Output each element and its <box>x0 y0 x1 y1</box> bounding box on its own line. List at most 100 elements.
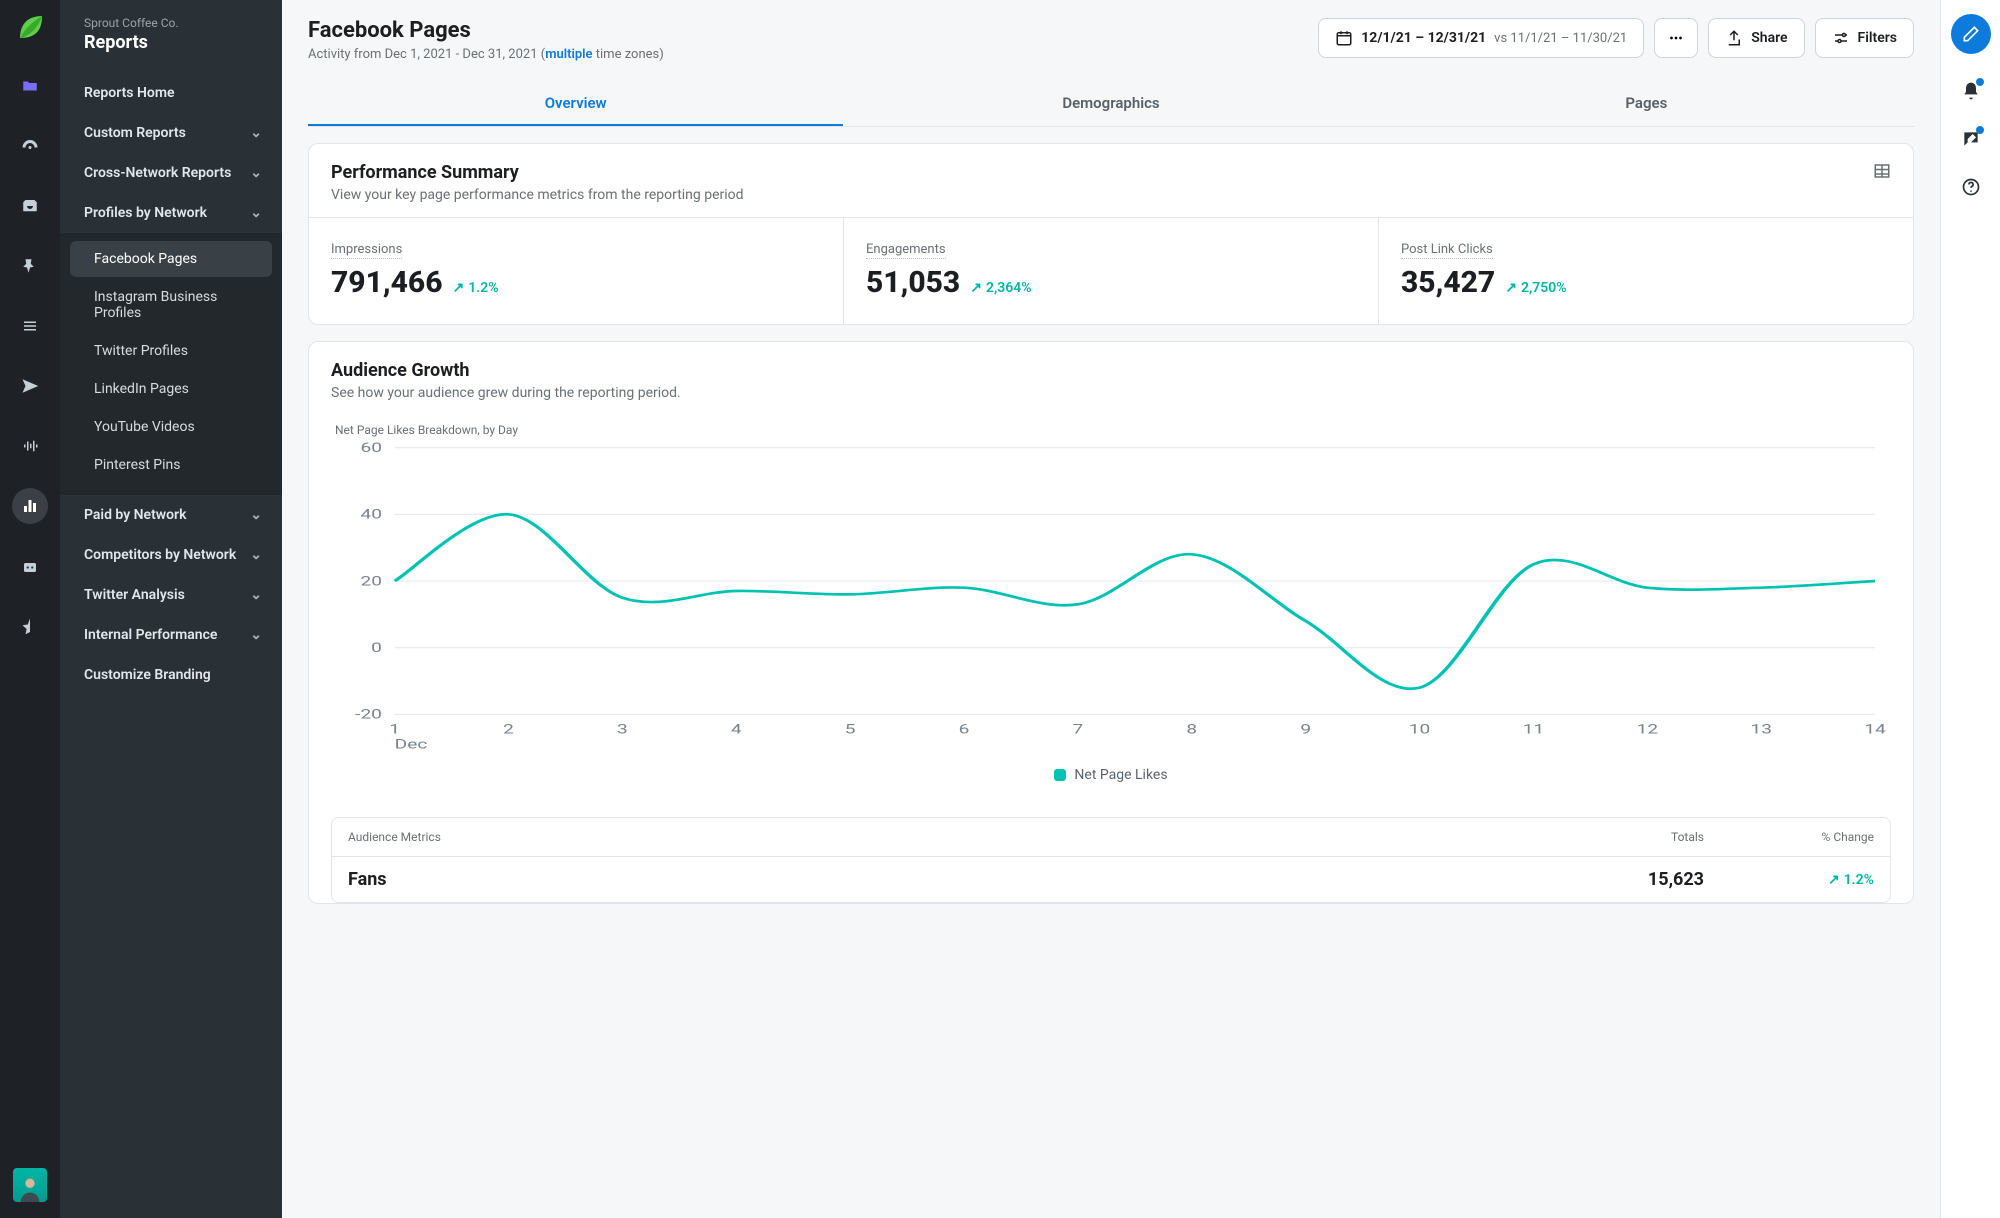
nav-halfstar-icon[interactable] <box>12 608 48 644</box>
nav-audio-icon[interactable] <box>12 428 48 464</box>
svg-text:12: 12 <box>1637 722 1658 737</box>
chevron-down-icon: ⌄ <box>250 507 262 523</box>
net-page-likes-chart: -200204060 1234567891011121314 Dec <box>331 437 1891 757</box>
svg-text:7: 7 <box>1073 722 1084 737</box>
app-logo[interactable] <box>14 12 46 44</box>
audience-metrics-table: Audience Metrics Totals % Change Fans 15… <box>331 817 1891 903</box>
page-title: Facebook Pages <box>308 18 664 43</box>
svg-text:3: 3 <box>617 722 628 737</box>
th-audience-metrics: Audience Metrics <box>332 818 1550 856</box>
metric-delta: ↗ 2,750% <box>1505 280 1566 296</box>
org-name: Sprout Coffee Co. <box>84 16 262 30</box>
row-fans: Fans 15,623 ↗ 1.2% <box>332 857 1890 902</box>
perf-metrics: Impressions 791,466 ↗ 1.2% Engagements 5… <box>309 217 1913 324</box>
tab-overview[interactable]: Overview <box>308 82 843 126</box>
svg-text:6: 6 <box>959 722 970 737</box>
notification-dot <box>1976 126 1984 134</box>
nav-cross-network[interactable]: Cross-Network Reports⌄ <box>60 153 282 193</box>
user-avatar[interactable] <box>13 1168 47 1202</box>
sidebar: Sprout Coffee Co. Reports Reports Home C… <box>60 0 282 1218</box>
svg-text:0: 0 <box>371 640 382 655</box>
nav-send-icon[interactable] <box>12 368 48 404</box>
nav-custom-reports[interactable]: Custom Reports⌄ <box>60 113 282 153</box>
nav-pin-icon[interactable] <box>12 248 48 284</box>
nav-reports-icon[interactable] <box>12 488 48 524</box>
nav-paid-by-network[interactable]: Paid by Network⌄ <box>60 495 282 535</box>
sliders-icon <box>1832 29 1850 47</box>
subnav-facebook-pages[interactable]: Facebook Pages <box>70 241 272 277</box>
tab-pages[interactable]: Pages <box>1379 82 1914 126</box>
th-change: % Change <box>1720 818 1890 856</box>
cell-fans-change: ↗ 1.2% <box>1720 857 1890 902</box>
date-range-button[interactable]: 12/1/21 – 12/31/21 vs 11/1/21 – 11/30/21 <box>1318 18 1644 58</box>
metric-post-link-clicks: Post Link Clicks 35,427 ↗ 2,750% <box>1379 218 1913 324</box>
svg-text:60: 60 <box>360 440 381 455</box>
subnav-pinterest[interactable]: Pinterest Pins <box>70 447 272 483</box>
nav-reports-home[interactable]: Reports Home <box>60 73 282 113</box>
chevron-down-icon: ⌄ <box>250 627 262 643</box>
filters-button[interactable]: Filters <box>1815 18 1914 58</box>
nav-twitter-analysis[interactable]: Twitter Analysis⌄ <box>60 575 282 615</box>
perf-title: Performance Summary <box>331 162 744 183</box>
profiles-subgroup: Facebook Pages Instagram Business Profil… <box>60 233 282 495</box>
share-button[interactable]: Share <box>1708 18 1804 58</box>
main-content: Facebook Pages Activity from Dec 1, 2021… <box>282 0 1940 1218</box>
nav-profiles-by-network[interactable]: Profiles by Network⌄ <box>60 193 282 233</box>
app-iconbar <box>0 0 60 1218</box>
nav-customize-branding[interactable]: Customize Branding <box>60 655 282 695</box>
chevron-down-icon: ⌄ <box>250 125 262 141</box>
svg-text:4: 4 <box>731 722 742 737</box>
nav-competitors[interactable]: Competitors by Network⌄ <box>60 535 282 575</box>
svg-text:13: 13 <box>1750 722 1771 737</box>
subnav-linkedin[interactable]: LinkedIn Pages <box>70 371 272 407</box>
svg-text:2: 2 <box>503 722 514 737</box>
nav-list-icon[interactable] <box>12 308 48 344</box>
cell-fans-label: Fans <box>332 857 1550 902</box>
chevron-down-icon: ⌄ <box>250 587 262 603</box>
metric-value: 791,466 <box>331 265 443 300</box>
feedback-icon[interactable] <box>1960 128 1982 150</box>
edit-icon <box>1961 24 1981 44</box>
nav-internal-performance[interactable]: Internal Performance⌄ <box>60 615 282 655</box>
rightbar <box>1940 0 2000 1218</box>
table-view-icon[interactable] <box>1873 162 1891 180</box>
help-icon[interactable] <box>1960 176 1982 198</box>
svg-text:-20: -20 <box>355 707 382 722</box>
metric-value: 51,053 <box>866 265 960 300</box>
chevron-down-icon: ⌄ <box>250 165 262 181</box>
nav-gauge-icon[interactable] <box>12 128 48 164</box>
report-tabs: Overview Demographics Pages <box>308 82 1914 127</box>
svg-text:40: 40 <box>360 507 381 522</box>
notification-dot <box>1976 78 1984 86</box>
legend-swatch <box>1054 769 1066 781</box>
subnav-twitter[interactable]: Twitter Profiles <box>70 333 272 369</box>
page-subtitle: Activity from Dec 1, 2021 - Dec 31, 2021… <box>308 47 664 62</box>
svg-text:5: 5 <box>845 722 856 737</box>
calendar-icon <box>1335 29 1353 47</box>
metric-label: Engagements <box>866 242 946 259</box>
cell-fans-total: 15,623 <box>1550 857 1720 902</box>
nav-inbox-icon[interactable] <box>12 188 48 224</box>
th-totals: Totals <box>1550 818 1720 856</box>
svg-text:20: 20 <box>360 573 381 588</box>
chevron-down-icon: ⌄ <box>250 205 262 221</box>
svg-text:11: 11 <box>1523 722 1544 737</box>
notifications-icon[interactable] <box>1960 80 1982 102</box>
sidebar-header: Sprout Coffee Co. Reports <box>60 0 282 73</box>
topbar-actions: 12/1/21 – 12/31/21 vs 11/1/21 – 11/30/21… <box>1318 18 1914 58</box>
growth-title: Audience Growth <box>331 360 681 381</box>
topbar: Facebook Pages Activity from Dec 1, 2021… <box>282 0 1940 62</box>
more-options-button[interactable] <box>1654 18 1698 58</box>
subnav-instagram[interactable]: Instagram Business Profiles <box>70 279 272 331</box>
growth-subtitle: See how your audience grew during the re… <box>331 385 681 401</box>
section-title: Reports <box>84 32 262 53</box>
tab-demographics[interactable]: Demographics <box>843 82 1378 126</box>
subnav-youtube[interactable]: YouTube Videos <box>70 409 272 445</box>
chart-legend: Net Page Likes <box>331 761 1891 799</box>
nav-folder-icon[interactable] <box>12 68 48 104</box>
metric-engagements: Engagements 51,053 ↗ 2,364% <box>844 218 1379 324</box>
timezones-link[interactable]: multiple <box>545 47 592 62</box>
compose-button[interactable] <box>1951 14 1991 54</box>
nav-bot-icon[interactable] <box>12 548 48 584</box>
perf-subtitle: View your key page performance metrics f… <box>331 187 744 203</box>
